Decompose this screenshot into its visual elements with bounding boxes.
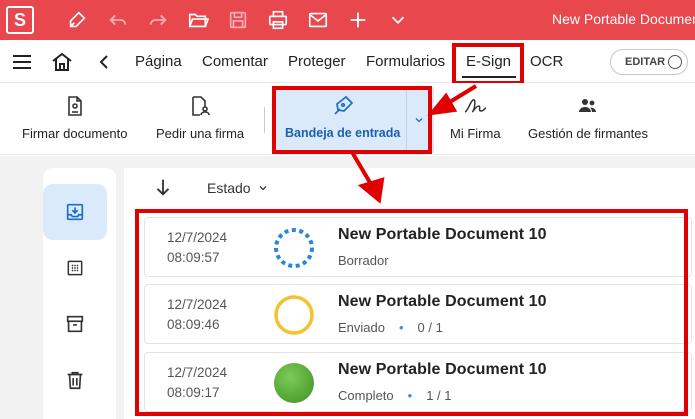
- tab-formularios[interactable]: Formularios: [366, 53, 445, 70]
- manage-signers-button[interactable]: Gestión de firmantes: [528, 83, 648, 155]
- ribbon-separator: [264, 107, 265, 133]
- tab-comentar[interactable]: Comentar: [202, 53, 268, 70]
- sort-down-icon[interactable]: [152, 176, 174, 203]
- estado-filter-dropdown[interactable]: Estado: [207, 180, 269, 196]
- sidebar-item-inbox[interactable]: [43, 184, 107, 240]
- request-signature-icon: [187, 93, 213, 119]
- tab-proteger[interactable]: Proteger: [288, 53, 346, 70]
- sidebar: [43, 168, 116, 419]
- add-icon[interactable]: [346, 8, 370, 32]
- my-signature-button[interactable]: Mi Firma: [450, 83, 501, 155]
- filter-row: Estado: [124, 168, 695, 208]
- menu-bar: Página Comentar Proteger Formularios E-S…: [0, 40, 695, 85]
- archive-icon: [66, 315, 83, 333]
- chevron-down-icon[interactable]: [386, 8, 410, 32]
- chevron-down-icon: [259, 186, 267, 191]
- home-icon[interactable]: [50, 50, 74, 74]
- manage-signers-label: Gestión de firmantes: [528, 126, 648, 141]
- pen-icon[interactable]: [65, 8, 89, 32]
- sidebar-item-grid[interactable]: [43, 240, 106, 296]
- people-icon: [575, 93, 601, 119]
- open-folder-icon[interactable]: [186, 8, 210, 32]
- window-title: New Portable Documen: [552, 11, 695, 27]
- documents-highlight-box: [135, 209, 688, 416]
- sign-document-icon: [62, 93, 88, 119]
- back-chevron-icon[interactable]: [92, 50, 116, 74]
- esign-highlight-box: [452, 43, 524, 85]
- edit-toggle-label: EDITAR: [625, 56, 666, 68]
- my-signature-label: Mi Firma: [450, 126, 501, 141]
- grid-icon: [67, 260, 82, 276]
- toggle-knob-icon: [668, 55, 682, 69]
- sidebar-item-archive[interactable]: [43, 296, 106, 352]
- email-icon[interactable]: [306, 8, 330, 32]
- redo-icon[interactable]: [146, 8, 170, 32]
- tab-ocr[interactable]: OCR: [530, 53, 563, 70]
- trash-icon: [67, 371, 82, 390]
- request-signature-label: Pedir una firma: [156, 126, 245, 141]
- signature-icon: [462, 93, 488, 119]
- sign-document-label: Firmar documento: [22, 126, 128, 141]
- sign-document-button[interactable]: Firmar documento: [22, 83, 127, 155]
- estado-label: Estado: [207, 180, 251, 196]
- tab-pagina[interactable]: Página: [135, 53, 182, 70]
- title-bar: S New Portable Documen: [0, 0, 695, 40]
- request-signature-button[interactable]: Pedir una firma: [156, 83, 244, 155]
- sidebar-item-trash[interactable]: [43, 352, 106, 408]
- edit-toggle[interactable]: EDITAR: [610, 49, 688, 75]
- app-logo: S: [6, 6, 34, 34]
- undo-icon[interactable]: [106, 8, 130, 32]
- ribbon-toolbar: Firmar documento Pedir una firma Bandeja…: [0, 83, 695, 155]
- hamburger-menu-icon[interactable]: [10, 50, 34, 74]
- inbox-highlight-box: [272, 86, 432, 154]
- print-icon[interactable]: [266, 8, 290, 32]
- save-icon[interactable]: [226, 8, 250, 32]
- inbox-icon: [66, 203, 84, 221]
